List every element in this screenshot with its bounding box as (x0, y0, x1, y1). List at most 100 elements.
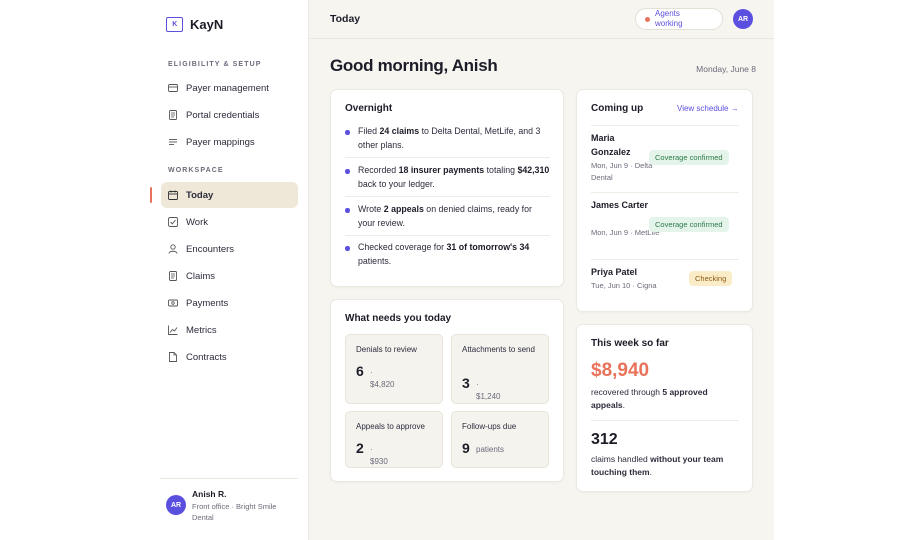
divider (591, 125, 739, 126)
sidebar-item-payments[interactable]: Payments (161, 290, 298, 316)
file-icon (168, 352, 178, 362)
sidebar-item-payer-management[interactable]: Payer management (161, 75, 298, 101)
app-window: K KayN ELIGIBILITY & SETUP Payer managem… (150, 0, 774, 540)
avatar: AR (166, 495, 186, 515)
tile-amount: $1,240 (476, 392, 501, 401)
appointment-name[interactable]: Maria Gonzalez (591, 131, 651, 159)
tile-count: 3 (462, 375, 470, 391)
tile-separator: · (370, 445, 373, 454)
sidebar-item-label: Contracts (186, 351, 227, 363)
logo-icon: K (166, 17, 183, 32)
needs-card: What needs you today Denials to review 6… (330, 299, 564, 482)
claims-description: claims handled without your team touchin… (591, 454, 724, 477)
divider (591, 420, 739, 421)
divider (591, 259, 739, 260)
current-date: Monday, June 8 (696, 64, 756, 74)
page-title: Today (330, 13, 361, 25)
status-badge: Coverage confirmed (649, 217, 729, 232)
agents-status-pill[interactable]: Agents working (635, 8, 723, 30)
person-icon (168, 244, 178, 254)
topbar: Today Agents working AR (309, 0, 774, 39)
tile-unit: patients (476, 445, 505, 454)
appointment-name[interactable]: Priya Patel (591, 265, 671, 279)
tile-label: Denials to review (356, 345, 417, 354)
coming-up-card: Coming up View schedule → Maria Gonzalez… (576, 89, 753, 312)
appointment-name[interactable]: James Carter (591, 198, 651, 212)
sidebar-item-label: Portal credentials (186, 109, 260, 121)
user-profile[interactable]: AR Anish R. Front office · Bright Smile … (160, 478, 298, 522)
sidebar-item-label: Work (186, 216, 208, 228)
active-indicator (150, 187, 152, 203)
status-badge: Coverage confirmed (649, 150, 729, 165)
list-item: Wrote 2 appeals on denied claims, ready … (345, 203, 550, 230)
card-title: This week so far (591, 338, 669, 349)
list-item: Recorded 18 insurer payments totaling $4… (345, 164, 550, 191)
overnight-card: Overnight Filed 24 claims to Delta Denta… (330, 89, 564, 287)
tile-appeals[interactable]: Appeals to approve 2 · $930 (345, 411, 443, 468)
status-badge: Checking (689, 271, 733, 286)
checkbox-icon (168, 217, 178, 227)
tile-amount: $4,820 (370, 380, 395, 389)
document-icon (168, 271, 178, 281)
sidebar-item-portal-credentials[interactable]: Portal credentials (161, 102, 298, 128)
status-dot-icon (645, 16, 650, 22)
tile-count: 6 (356, 363, 364, 379)
greeting-heading: Good morning, Anish (330, 56, 498, 75)
sidebar-item-label: Claims (186, 270, 216, 282)
divider (345, 235, 550, 236)
list-icon (168, 137, 178, 147)
tile-separator: · (370, 368, 373, 377)
recovered-description: recovered through 5 approved appeals. (591, 387, 708, 410)
recovered-amount: $8,940 (591, 360, 650, 381)
sidebar: K KayN ELIGIBILITY & SETUP Payer managem… (150, 0, 309, 540)
card-title: Coming up (591, 103, 644, 114)
tile-count: 9 (462, 440, 470, 456)
document-icon (168, 110, 178, 120)
tile-label: Attachments to send (462, 345, 535, 354)
money-icon (168, 298, 178, 308)
tile-separator: · (476, 380, 479, 389)
sidebar-item-label: Metrics (186, 324, 217, 336)
app-logo[interactable]: K KayN (166, 17, 223, 32)
tile-followups[interactable]: Follow-ups due 9 patients (451, 411, 549, 468)
user-role: Front office · Bright Smile Dental (192, 502, 277, 522)
card-title: What needs you today (345, 313, 452, 324)
list-item: Checked coverage for 31 of tomorrow's 34… (345, 241, 550, 268)
tile-count: 2 (356, 440, 364, 456)
sidebar-item-encounters[interactable]: Encounters (161, 236, 298, 262)
chart-icon (168, 325, 178, 335)
calendar-icon (168, 190, 178, 200)
user-name: Anish R. (192, 489, 227, 499)
section-label-setup: ELIGIBILITY & SETUP (168, 61, 262, 68)
app-name: KayN (190, 17, 224, 32)
divider (345, 196, 550, 197)
card-icon (168, 83, 178, 93)
view-schedule-link[interactable]: View schedule → (677, 104, 739, 114)
sidebar-item-contracts[interactable]: Contracts (161, 344, 298, 370)
sidebar-item-label: Today (186, 189, 214, 201)
tile-label: Appeals to approve (356, 422, 425, 431)
sidebar-item-label: Payments (186, 297, 229, 309)
divider (345, 157, 550, 158)
sidebar-item-claims[interactable]: Claims (161, 263, 298, 289)
sidebar-item-label: Encounters (186, 243, 235, 255)
sidebar-item-today[interactable]: Today (161, 182, 298, 208)
tile-label: Follow-ups due (462, 422, 517, 431)
avatar[interactable]: AR (733, 9, 753, 29)
sidebar-item-work[interactable]: Work (161, 209, 298, 235)
sidebar-item-payer-mappings[interactable]: Payer mappings (161, 129, 298, 155)
sidebar-item-label: Payer management (186, 82, 269, 94)
tile-attachments[interactable]: Attachments to send 3 · $1,240 (451, 334, 549, 404)
list-item: Filed 24 claims to Delta Dental, MetLife… (345, 125, 550, 152)
this-week-card: This week so far $8,940 recovered throug… (576, 324, 753, 492)
section-label-workspace: WORKSPACE (168, 167, 224, 174)
tile-amount: $930 (370, 457, 388, 466)
card-title: Overnight (345, 103, 393, 114)
agents-status-label: Agents working (655, 9, 683, 28)
tile-denials[interactable]: Denials to review 6 · $4,820 (345, 334, 443, 404)
sidebar-item-metrics[interactable]: Metrics (161, 317, 298, 343)
claims-count: 312 (591, 431, 618, 448)
sidebar-item-label: Payer mappings (186, 136, 255, 148)
divider (591, 192, 739, 193)
appointment-meta: Tue, Jun 10 · Cigna (591, 281, 657, 290)
